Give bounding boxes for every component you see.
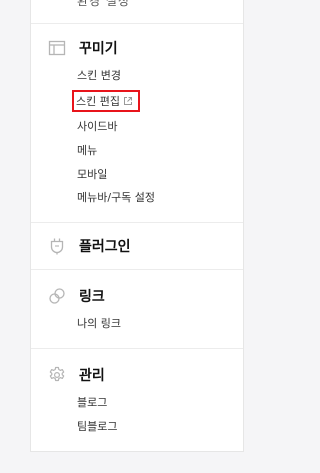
- plug-icon: [50, 238, 64, 255]
- divider: [31, 222, 243, 223]
- section-link[interactable]: 링크: [48, 286, 105, 306]
- divider: [31, 23, 243, 24]
- section-title-manage: 관리: [79, 368, 105, 384]
- section-manage[interactable]: 관리: [48, 365, 105, 385]
- section-title-decorate: 꾸미기: [79, 41, 118, 57]
- section-title-link: 링크: [79, 289, 105, 305]
- clipped-menu-item[interactable]: 환경 설정: [77, 0, 130, 9]
- divider: [31, 348, 243, 349]
- menu-item-my-link[interactable]: 나의 링크: [77, 315, 121, 331]
- external-link-icon: [123, 97, 132, 105]
- section-decorate[interactable]: 꾸미기: [48, 38, 118, 58]
- menu-item-label: 메뉴: [77, 144, 98, 157]
- link-icon: [49, 288, 65, 304]
- menu-item-label: 스킨 변경: [77, 69, 121, 82]
- menu-item-label: 모바일: [77, 168, 108, 181]
- menu-item-team-blog[interactable]: 팀블로그: [77, 418, 117, 434]
- menu-item-sidebar[interactable]: 사이드바: [77, 118, 117, 134]
- layout-icon: [48, 40, 66, 56]
- menu-item-menubar-subscribe[interactable]: 메뉴바/구독 설정: [77, 189, 155, 205]
- divider: [31, 269, 243, 270]
- menu-item-label: 블로그: [77, 396, 108, 409]
- menu-item-label: 스킨 편집: [76, 95, 120, 108]
- menu-item-mobile[interactable]: 모바일: [77, 166, 107, 182]
- menu-item-blog[interactable]: 블로그: [77, 394, 107, 410]
- menu-item-skin-edit[interactable]: 스킨 편집: [72, 90, 140, 112]
- menu-item-label: 팀블로그: [77, 420, 118, 433]
- menu-item-label: 나의 링크: [77, 317, 121, 330]
- menu-item-label: 메뉴바/구독 설정: [77, 191, 156, 204]
- gear-icon: [49, 366, 65, 382]
- section-title-plugin: 플러그인: [79, 239, 131, 255]
- section-plugin[interactable]: 플러그인: [48, 236, 131, 256]
- menu-item-label: 사이드바: [77, 120, 118, 133]
- menu-item-menu[interactable]: 메뉴: [77, 142, 97, 158]
- sidebar-panel: 환경 설정 꾸미기 스킨 변경 스킨 편집 사이드바 메뉴 모바일 메뉴바/구독…: [30, 0, 244, 452]
- menu-item-skin-change[interactable]: 스킨 변경: [77, 67, 121, 83]
